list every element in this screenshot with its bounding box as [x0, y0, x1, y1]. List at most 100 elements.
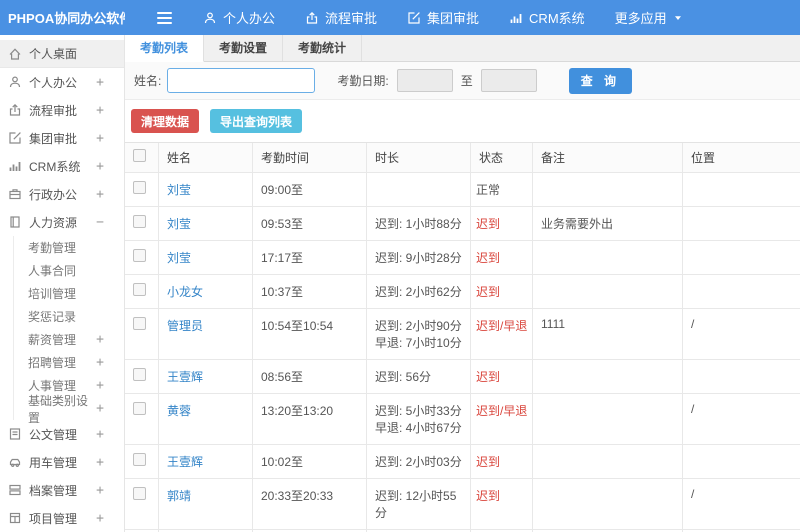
time-cell: 10:54至10:54: [253, 309, 367, 360]
employee-name-link[interactable]: 小龙女: [167, 285, 203, 299]
sidebar-item[interactable]: CRM系统 +: [0, 152, 124, 180]
name-filter-label: 姓名:: [134, 74, 162, 88]
sidebar-item[interactable]: 个人办公 +: [0, 68, 124, 96]
row-checkbox[interactable]: [133, 317, 146, 330]
expand-icon[interactable]: +: [96, 378, 104, 393]
sidebar-item[interactable]: 流程审批 +: [0, 96, 124, 124]
row-checkbox[interactable]: [133, 402, 146, 415]
row-checkbox[interactable]: [133, 181, 146, 194]
sidebar-item[interactable]: 用车管理 +: [0, 448, 124, 476]
tab[interactable]: 考勤设置: [204, 35, 284, 61]
sidebar-subitem[interactable]: 奖惩记录: [28, 305, 124, 328]
sidebar-item[interactable]: 行政办公 +: [0, 180, 124, 208]
expand-icon[interactable]: +: [96, 159, 104, 174]
filter-bar: 姓名: 考勤日期: 至 查 询: [125, 62, 800, 100]
tab-label: 考勤列表: [140, 41, 189, 55]
location-cell: [683, 207, 800, 241]
sidebar-item[interactable]: 集团审批 +: [0, 124, 124, 152]
column-header-label: 时长: [375, 151, 400, 165]
sidebar-item[interactable]: 个人桌面: [0, 40, 124, 68]
car-icon: [9, 458, 21, 467]
date-to-input[interactable]: [480, 69, 537, 92]
duration-cell: 迟到: 2小时03分: [367, 445, 471, 479]
share-icon: [9, 103, 21, 116]
expand-icon[interactable]: +: [96, 483, 104, 498]
row-check-cell: [125, 445, 159, 479]
table-row: 刘莹 17:17至 迟到: 9小时28分 迟到: [125, 241, 800, 275]
sidebar-subitem-label: 奖惩记录: [28, 310, 77, 324]
expand-icon[interactable]: +: [96, 455, 104, 470]
table-row: 王壹辉 08:56至 迟到: 56分 迟到: [125, 360, 800, 394]
topnav-item[interactable]: 流程审批: [290, 0, 392, 35]
date-from-input[interactable]: [396, 69, 453, 92]
row-check-cell: [125, 275, 159, 309]
sidebar-item[interactable]: 人力资源 −: [0, 208, 124, 236]
expand-icon[interactable]: +: [96, 511, 104, 526]
employee-name-link[interactable]: 刘莹: [167, 217, 191, 231]
row-checkbox[interactable]: [133, 249, 146, 262]
table-header-row: 姓名 考勤时间 时长 状态 备注 位置: [125, 143, 800, 173]
menu-toggle-icon[interactable]: [157, 11, 172, 24]
expand-icon[interactable]: +: [96, 332, 104, 347]
remark-cell: [533, 241, 683, 275]
app-logo[interactable]: PHPOA协同办公软件: [0, 8, 125, 27]
sidebar-subitem-label: 基础类别设置: [28, 393, 89, 425]
row-checkbox[interactable]: [133, 453, 146, 466]
topnav-item[interactable]: 集团审批: [392, 0, 494, 35]
expand-icon[interactable]: +: [96, 131, 104, 146]
tab[interactable]: 考勤列表: [125, 35, 205, 62]
sidebar-item-label: 个人办公: [29, 75, 78, 90]
row-checkbox[interactable]: [133, 487, 146, 500]
remark-cell: [533, 275, 683, 309]
sidebar-item[interactable]: 档案管理 +: [0, 476, 124, 504]
employee-name-link[interactable]: 刘莹: [167, 183, 191, 197]
name-filter-input[interactable]: [167, 68, 316, 93]
action-bar: 清理数据 导出查询列表: [125, 100, 800, 142]
sidebar-subitem[interactable]: 培训管理: [28, 282, 124, 305]
employee-name-link[interactable]: 郭靖: [167, 489, 191, 503]
expand-icon[interactable]: +: [96, 355, 104, 370]
status-badge: 迟到: [471, 207, 533, 241]
location-cell: [683, 445, 800, 479]
clean-data-button[interactable]: 清理数据: [131, 109, 200, 133]
export-list-button[interactable]: 导出查询列表: [210, 109, 303, 133]
sidebar-subitem[interactable]: 基础类别设置 +: [28, 394, 124, 425]
topnav-item[interactable]: CRM系统: [494, 0, 600, 35]
employee-name-link[interactable]: 王壹辉: [167, 455, 203, 469]
expand-icon[interactable]: +: [96, 103, 104, 118]
sidebar-item-label: 流程审批: [29, 103, 78, 118]
status-badge: 迟到: [471, 275, 533, 309]
expand-icon[interactable]: +: [96, 75, 104, 90]
employee-name-link[interactable]: 刘莹: [167, 251, 191, 265]
doc-icon: [9, 428, 21, 440]
row-checkbox[interactable]: [133, 215, 146, 228]
name-cell: 小龙女: [159, 275, 253, 309]
collapse-icon[interactable]: −: [96, 215, 104, 230]
share-icon: [306, 11, 318, 24]
expand-icon[interactable]: +: [96, 401, 104, 416]
sidebar-subitem[interactable]: 薪资管理 +: [28, 328, 124, 351]
sidebar-subitem[interactable]: 人事合同: [28, 259, 124, 282]
employee-name-link[interactable]: 管理员: [167, 319, 203, 333]
topnav-item[interactable]: 个人办公: [188, 0, 290, 35]
name-cell: 王壹辉: [159, 360, 253, 394]
status-badge: 迟到: [471, 479, 533, 530]
employee-name-link[interactable]: 王壹辉: [167, 370, 203, 384]
sidebar-item[interactable]: 项目管理 +: [0, 504, 124, 532]
sidebar-subitem[interactable]: 考勤管理: [28, 236, 124, 259]
topnav: 个人办公 流程审批 集团审批 CRM系统 更多应用: [188, 0, 698, 35]
expand-icon[interactable]: +: [96, 427, 104, 442]
column-header: 备注: [533, 143, 683, 173]
column-header-label: 考勤时间: [261, 151, 310, 165]
search-button[interactable]: 查 询: [568, 67, 633, 94]
location-cell: [683, 173, 800, 207]
expand-icon[interactable]: +: [96, 187, 104, 202]
topnav-item[interactable]: 更多应用: [600, 0, 698, 35]
name-cell: 刘莹: [159, 241, 253, 275]
row-checkbox[interactable]: [133, 283, 146, 296]
sidebar-subitem[interactable]: 招聘管理 +: [28, 351, 124, 374]
tab[interactable]: 考勤统计: [283, 35, 363, 61]
row-checkbox[interactable]: [133, 368, 146, 381]
select-all-checkbox[interactable]: [133, 149, 146, 162]
employee-name-link[interactable]: 黄蓉: [167, 404, 191, 418]
